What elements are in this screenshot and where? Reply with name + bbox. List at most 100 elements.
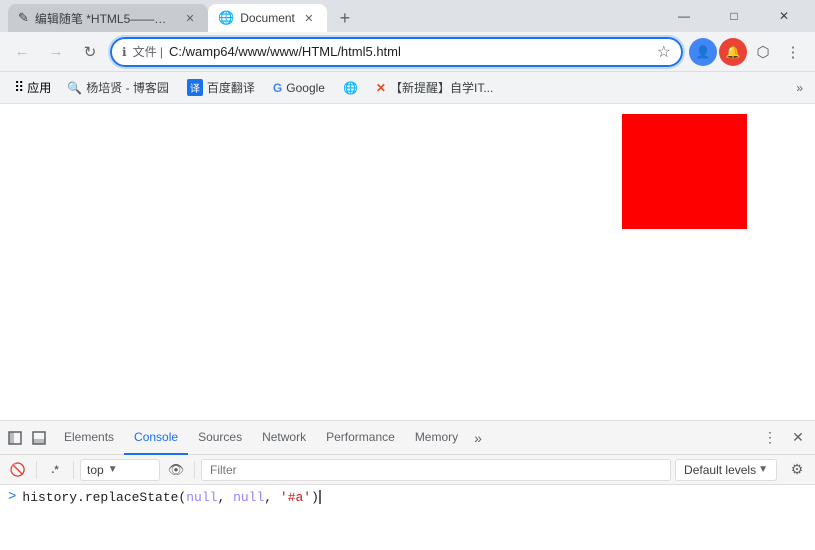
apps-bookmark[interactable]: ⠿ 应用 xyxy=(8,77,57,98)
tab-elements-label: Elements xyxy=(64,430,114,444)
red-rectangle xyxy=(622,114,747,229)
extensions-button[interactable]: ⬡ xyxy=(749,38,777,66)
browser-body: Elements Console Sources Network Perform… xyxy=(0,104,815,550)
tab-2-icon: 🌐 xyxy=(218,10,234,26)
profile-button[interactable]: 👤 xyxy=(689,38,717,66)
bookmark-google-icon: G xyxy=(273,81,282,95)
address-prefix: 文件 | xyxy=(133,43,163,60)
profile-icon: 👤 xyxy=(696,45,711,59)
minimize-button[interactable]: — xyxy=(661,0,707,32)
console-clear-button[interactable]: 🚫 xyxy=(6,458,30,482)
tab-elements[interactable]: Elements xyxy=(54,421,124,455)
console-eye-button[interactable]: 👁 xyxy=(164,458,188,482)
bookmarks-more-button[interactable]: » xyxy=(792,79,807,97)
bookmark-star-icon[interactable]: ☆ xyxy=(657,42,671,62)
console-comma1: , xyxy=(217,490,233,505)
maximize-button[interactable]: □ xyxy=(711,0,757,32)
notifications-button[interactable]: 🔔 xyxy=(719,38,747,66)
tab-console[interactable]: Console xyxy=(124,421,188,455)
tab-1-close[interactable]: ✕ xyxy=(182,10,198,26)
bookmark-selfit-icon: ✕ xyxy=(376,81,386,95)
console-filter-input[interactable] xyxy=(201,459,671,481)
context-selector-arrow: ▼ xyxy=(108,464,118,475)
tab-performance[interactable]: Performance xyxy=(316,421,405,455)
console-code-prefix: history.replaceState( xyxy=(22,490,186,505)
tab-2[interactable]: 🌐 Document ✕ xyxy=(208,4,327,32)
close-button[interactable]: ✕ xyxy=(761,0,807,32)
console-prompt: > xyxy=(8,489,16,505)
console-arg3: '#a' xyxy=(280,490,311,505)
console-arg1: null xyxy=(186,490,217,505)
console-settings-button[interactable]: ⚙ xyxy=(785,458,809,482)
window-controls: — □ ✕ xyxy=(661,0,807,32)
tab-memory[interactable]: Memory xyxy=(405,421,468,455)
console-code-line: history.replaceState(null, null, '#a') xyxy=(22,490,321,505)
bookmark-blogpark-label: 杨培贤 - 博客园 xyxy=(86,79,169,96)
tab-strip: ✎ 编辑随笔 *HTML5——新增 ✕ 🌐 Document ✕ + xyxy=(8,0,661,32)
tab-memory-label: Memory xyxy=(415,430,458,444)
devtools-toolbar: 🚫 .* top ▼ 👁 Default levels ▼ ⚙ xyxy=(0,455,815,485)
bookmark-blogpark[interactable]: 🔍 杨培贤 - 博客园 xyxy=(59,77,177,98)
tab-2-close[interactable]: ✕ xyxy=(301,10,317,26)
console-arg2: null xyxy=(233,490,264,505)
toolbar-divider-3 xyxy=(194,461,195,479)
reload-button[interactable]: ↻ xyxy=(76,38,104,66)
toolbar-actions: 👤 🔔 ⬡ ⋮ xyxy=(689,38,807,66)
apps-label: 应用 xyxy=(27,79,51,96)
bookmark-google[interactable]: G Google xyxy=(265,79,333,97)
toolbar-divider-2 xyxy=(73,461,74,479)
bookmark-edge-icon: 🌐 xyxy=(343,81,358,95)
back-button[interactable]: ← xyxy=(8,38,36,66)
console-close-paren: ) xyxy=(311,490,319,505)
devtools-settings-button[interactable]: ⋮ xyxy=(757,425,783,451)
tab-performance-label: Performance xyxy=(326,430,395,444)
apps-grid-icon: ⠿ xyxy=(14,79,24,96)
devtools-actions: ⋮ ✕ xyxy=(757,425,811,451)
tab-console-label: Console xyxy=(134,430,178,444)
dock-side-button[interactable] xyxy=(4,427,26,449)
bookmark-blogpark-icon: 🔍 xyxy=(67,81,82,95)
tab-network-label: Network xyxy=(262,430,306,444)
bookmark-selfit-label: 【新提醒】自学IT... xyxy=(390,79,493,96)
context-selector[interactable]: top ▼ xyxy=(80,459,160,481)
devtools-tabs-bar: Elements Console Sources Network Perform… xyxy=(0,421,815,455)
console-comma2: , xyxy=(264,490,280,505)
bookmark-edge-icon-item[interactable]: 🌐 xyxy=(335,79,366,97)
console-output-area: > history.replaceState(null, null, '#a') xyxy=(0,485,815,509)
devtools-close-button[interactable]: ✕ xyxy=(785,425,811,451)
levels-selector-value: Default levels xyxy=(684,463,756,477)
tab-1-title: 编辑随笔 *HTML5——新增 xyxy=(35,10,176,27)
menu-button[interactable]: ⋮ xyxy=(779,38,807,66)
toolbar-divider-1 xyxy=(36,461,37,479)
new-tab-button[interactable]: + xyxy=(331,4,359,32)
tab-network[interactable]: Network xyxy=(252,421,316,455)
address-bar[interactable]: ℹ 文件 | ☆ xyxy=(110,37,683,67)
levels-selector-arrow: ▼ xyxy=(758,464,768,475)
forward-button[interactable]: → xyxy=(42,38,70,66)
levels-selector[interactable]: Default levels ▼ xyxy=(675,459,777,481)
page-content xyxy=(0,104,815,420)
console-cursor xyxy=(319,490,321,504)
tab-sources-label: Sources xyxy=(198,430,242,444)
notifications-icon: 🔔 xyxy=(726,45,741,59)
context-selector-value: top xyxy=(87,463,104,477)
tab-sources[interactable]: Sources xyxy=(188,421,252,455)
devtools-resize-buttons xyxy=(4,427,50,449)
title-bar: ✎ 编辑随笔 *HTML5——新增 ✕ 🌐 Document ✕ + — □ ✕ xyxy=(0,0,815,32)
devtools-more-tabs-button[interactable]: » xyxy=(468,421,488,455)
dock-side-icon xyxy=(8,431,22,445)
dock-bottom-icon xyxy=(32,431,46,445)
devtools-panel: Elements Console Sources Network Perform… xyxy=(0,420,815,550)
bookmark-selfit[interactable]: ✕ 【新提醒】自学IT... xyxy=(368,77,501,98)
tab-1-icon: ✎ xyxy=(18,10,29,26)
toolbar: ← → ↻ ℹ 文件 | ☆ 👤 🔔 ⬡ ⋮ xyxy=(0,32,815,72)
bookmark-translate[interactable]: 译 百度翻译 xyxy=(179,77,263,98)
address-lock-icon: ℹ xyxy=(122,45,127,59)
bookmarks-bar: ⠿ 应用 🔍 杨培贤 - 博客园 译 百度翻译 G Google 🌐 ✕ 【新提… xyxy=(0,72,815,104)
dock-bottom-button[interactable] xyxy=(28,427,50,449)
address-input[interactable] xyxy=(169,44,651,59)
tab-2-title: Document xyxy=(240,11,295,25)
tab-1[interactable]: ✎ 编辑随笔 *HTML5——新增 ✕ xyxy=(8,4,208,32)
bookmark-google-label: Google xyxy=(286,81,325,95)
console-filter-regex-button[interactable]: .* xyxy=(43,458,67,482)
